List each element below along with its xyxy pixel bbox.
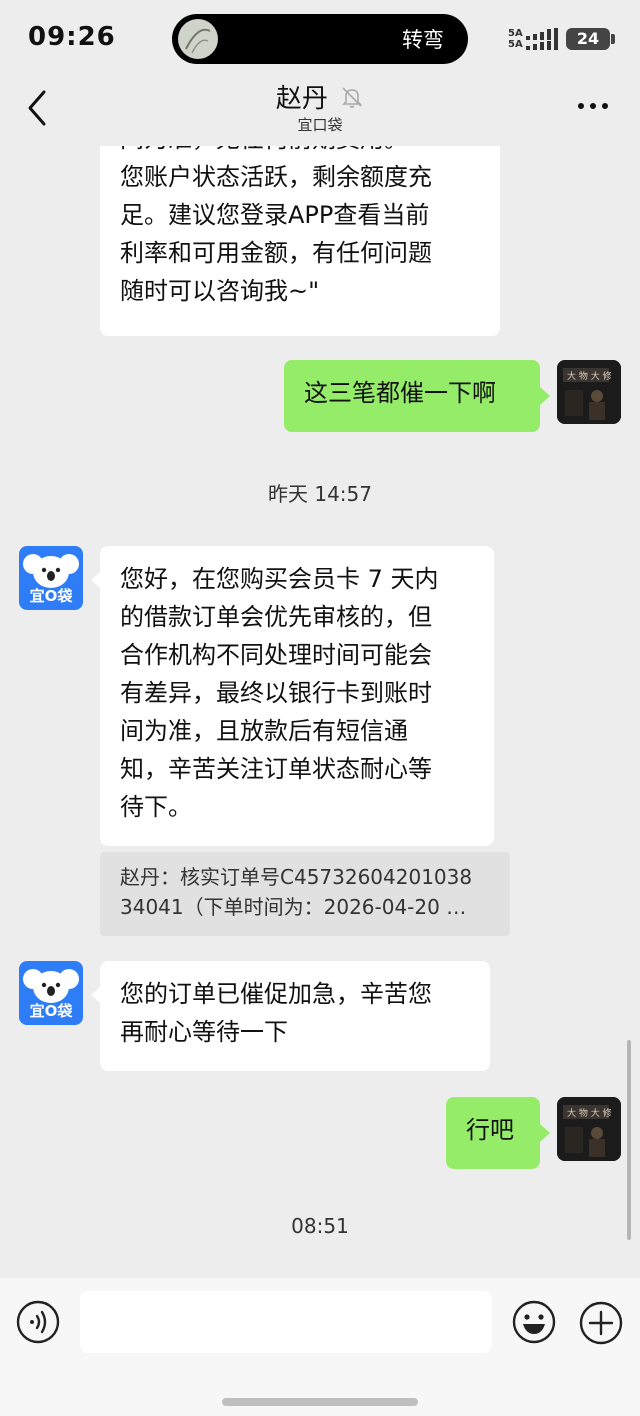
chat-subtitle: 宜口袋: [297, 116, 343, 134]
timestamp: 昨天 14:57: [268, 482, 372, 506]
music-thumbnail: [178, 19, 218, 59]
island-text: 转弯: [402, 28, 444, 52]
svg-text:大 物 大 修: 大 物 大 修: [567, 1107, 612, 1119]
quote-line: 34041（下单时间为：2026-04-20 …: [120, 895, 467, 919]
emoji-icon[interactable]: [512, 1300, 556, 1344]
svg-text:大 物 大 修: 大 物 大 修: [567, 370, 612, 382]
message-bubble-received[interactable]: 您好，在您购买会员卡 7 天内 的借款订单会优先审核的，但 合作机构不同处理时间…: [100, 546, 494, 846]
scrollbar[interactable]: [627, 1040, 631, 1240]
app-avatar[interactable]: 宜O袋: [19, 961, 83, 1025]
battery-icon: 24: [566, 28, 610, 50]
user-avatar[interactable]: 大 物 大 修: [557, 360, 621, 424]
quote-line: 赵丹：核实订单号C45732604201038: [120, 865, 473, 889]
signal-icon: [526, 28, 558, 50]
message-clip: 间为准，无任何前期费用。 您账户状态活跃，剩余额度充 足。建议您登录APP查看当…: [0, 146, 640, 346]
status-time: 09:26: [28, 22, 116, 52]
message-bubble-sent[interactable]: 行吧: [446, 1097, 540, 1169]
dynamic-island[interactable]: 转弯: [172, 14, 468, 64]
voice-icon[interactable]: [16, 1300, 60, 1344]
home-indicator: [222, 1398, 418, 1406]
bubble-tail: [540, 1124, 550, 1142]
message-bubble-sent[interactable]: 这三笔都催一下啊: [284, 360, 540, 432]
quoted-message[interactable]: 赵丹：核实订单号C45732604201038 34041（下单时间为：2026…: [100, 852, 510, 936]
user-avatar[interactable]: 大 物 大 修: [557, 1097, 621, 1161]
plus-circle-icon[interactable]: [578, 1300, 624, 1346]
app-avatar-label: 宜O袋: [29, 587, 73, 605]
message-input[interactable]: [80, 1291, 492, 1353]
app-avatar-label: 宜O袋: [29, 1002, 73, 1020]
bell-off-icon: [342, 86, 363, 108]
network-label: 5A 5A: [508, 28, 523, 50]
bubble-tail: [540, 387, 550, 405]
message-bubble-received[interactable]: 您的订单已催促加急，辛苦您 再耐心等待一下: [100, 961, 490, 1071]
chat-title: 赵丹: [0, 78, 640, 115]
message-bubble-received[interactable]: 间为准，无任何前期费用。 您账户状态活跃，剩余额度充 足。建议您登录APP查看当…: [100, 146, 500, 336]
timestamp: 08:51: [291, 1214, 349, 1238]
app-avatar[interactable]: 宜O袋: [19, 546, 83, 610]
battery-tip: [611, 34, 615, 44]
more-horizontal-icon[interactable]: [576, 100, 610, 112]
